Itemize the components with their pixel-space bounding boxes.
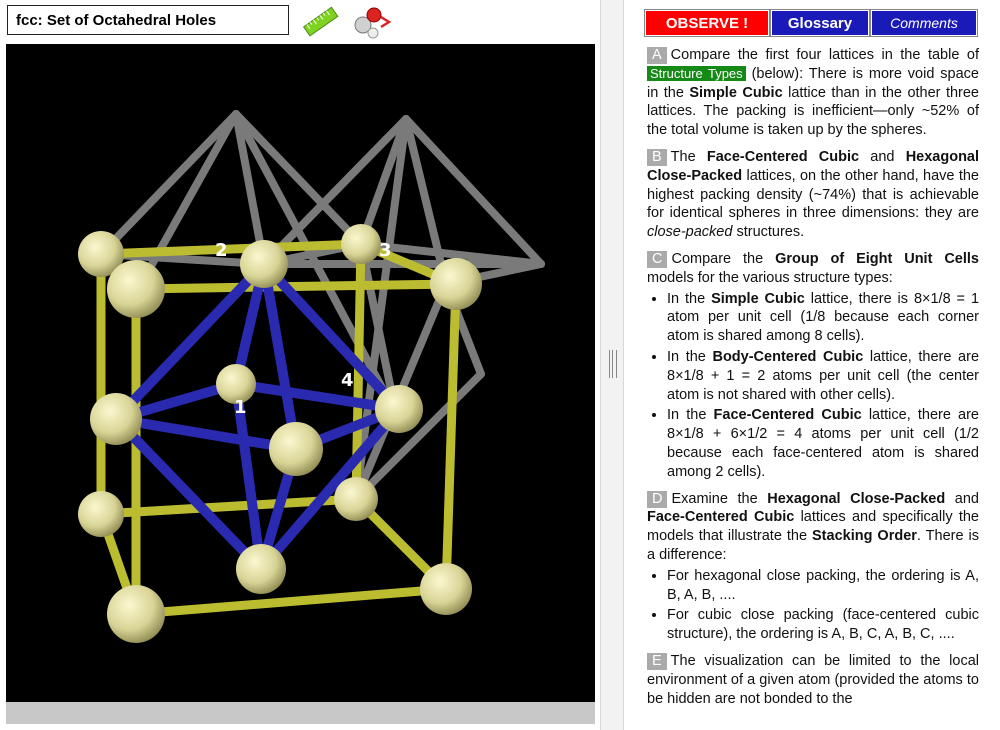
atom bbox=[375, 385, 423, 433]
term: Simple Cubic bbox=[689, 84, 783, 101]
text: and bbox=[954, 490, 979, 507]
atom bbox=[269, 422, 323, 476]
hole-label-1: 1 bbox=[234, 397, 247, 418]
term: Face-Centered Cubic bbox=[706, 148, 860, 165]
atom bbox=[240, 240, 288, 288]
text: Compare the bbox=[671, 250, 764, 267]
structure-title-field[interactable]: fcc: Set of Octahedral Holes bbox=[7, 5, 289, 35]
text: and bbox=[870, 148, 895, 165]
list-item: In the Simple Cubic lattice, there is 8×… bbox=[667, 290, 979, 346]
term: Hexagonal Close-Packed bbox=[767, 490, 946, 507]
atom bbox=[430, 258, 482, 310]
list-item: For hexagonal close packing, the orderin… bbox=[667, 567, 979, 605]
right-pane: OBSERVE ! Glossary Comments A Compare the… bbox=[624, 0, 1000, 730]
text: The visualization can be limited to the … bbox=[647, 652, 979, 707]
section-c: C Compare the Group of Eight Unit Cells m… bbox=[647, 250, 979, 288]
section-d-list: For hexagonal close packing, the orderin… bbox=[647, 567, 979, 644]
term: Stacking Order bbox=[812, 528, 917, 545]
observe-content: A Compare the first four lattices in the … bbox=[647, 46, 979, 716]
text: The bbox=[670, 148, 696, 165]
text: structures. bbox=[736, 224, 805, 241]
atom bbox=[107, 585, 165, 643]
section-letter: E bbox=[647, 652, 667, 670]
section-d: D Examine the Hexagonal Close-Packed and … bbox=[647, 490, 979, 565]
atom bbox=[341, 224, 381, 264]
tab-bar: OBSERVE ! Glossary Comments bbox=[644, 9, 978, 37]
list-item: For cubic close packing (face-centered c… bbox=[667, 606, 979, 644]
hole-label-4: 4 bbox=[341, 370, 354, 391]
section-letter: D bbox=[647, 490, 668, 508]
hole-label-2: 2 bbox=[215, 240, 228, 261]
atom bbox=[107, 260, 165, 318]
left-pane: fcc: Set of Octahedral Holes 1 2 3 4 bbox=[0, 0, 600, 730]
structure-types-link[interactable]: Structure Types bbox=[647, 65, 746, 81]
section-b: B The Face-Centered Cubic and Hexagonal C… bbox=[647, 148, 979, 242]
section-letter: A bbox=[647, 47, 667, 64]
atom bbox=[420, 563, 472, 615]
molecule-model-icon[interactable] bbox=[350, 5, 392, 39]
tab-comments[interactable]: Comments bbox=[870, 9, 978, 37]
section-e: E The visualization can be limited to the… bbox=[647, 652, 979, 708]
section-letter: C bbox=[647, 250, 668, 268]
tab-observe[interactable]: OBSERVE ! bbox=[644, 9, 770, 37]
hole-label-3: 3 bbox=[379, 240, 392, 261]
tab-glossary[interactable]: Glossary bbox=[770, 9, 870, 37]
status-bar bbox=[6, 702, 595, 724]
splitter-grip-icon[interactable] bbox=[609, 350, 617, 378]
section-letter: B bbox=[647, 148, 667, 166]
section-c-list: In the Simple Cubic lattice, there is 8×… bbox=[647, 290, 979, 482]
list-item: In the Body-Centered Cubic lattice, ther… bbox=[667, 348, 979, 404]
molecular-viewer[interactable]: 1 2 3 4 bbox=[6, 44, 595, 702]
atom bbox=[78, 491, 124, 537]
atom bbox=[334, 477, 378, 521]
term: close-packed bbox=[647, 224, 733, 241]
atom bbox=[236, 544, 286, 594]
text: Compare the first four lattices in the t… bbox=[670, 47, 979, 63]
term: Group of Eight Unit Cells bbox=[775, 250, 979, 267]
text: models for the various structure types: bbox=[647, 269, 893, 286]
ruler-icon[interactable] bbox=[302, 5, 340, 39]
text: Examine the bbox=[671, 490, 758, 507]
section-a: A Compare the first four lattices in the … bbox=[647, 46, 979, 140]
term: Face-Centered Cubic bbox=[647, 509, 795, 526]
atom bbox=[90, 393, 142, 445]
pane-splitter[interactable] bbox=[600, 0, 624, 730]
list-item: In the Face-Centered Cubic lattice, ther… bbox=[667, 406, 979, 481]
